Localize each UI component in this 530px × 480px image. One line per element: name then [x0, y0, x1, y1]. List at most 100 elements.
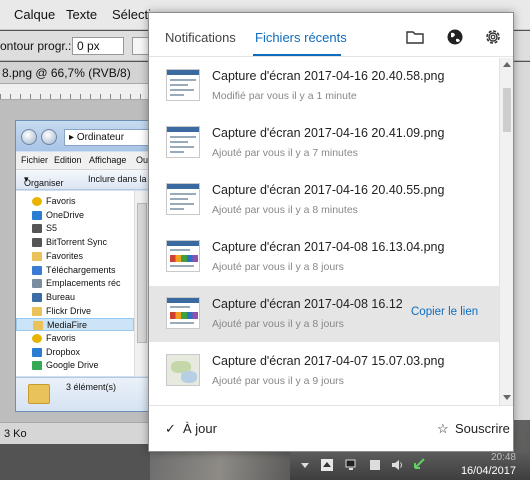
tree-item[interactable]: Favoris	[16, 195, 134, 208]
menu-edition[interactable]: Edition	[54, 155, 82, 165]
tree-item[interactable]: Favorites	[16, 250, 134, 263]
recent-file-item[interactable]: Capture d'écran 2017-04-16 20.40.55.png A…	[149, 172, 499, 228]
contour-label: ontour progr.:	[0, 39, 72, 53]
folder-icon[interactable]	[404, 26, 426, 48]
tree-item[interactable]: Google Drive	[16, 359, 134, 372]
tree-item[interactable]: Emplacements réc	[16, 277, 134, 290]
menu-selection[interactable]: Sélecti	[112, 7, 151, 22]
folder-icon	[28, 384, 50, 404]
file-name: Capture d'écran 2017-04-16 20.40.55.png	[212, 183, 445, 197]
tray-clock[interactable]: 20:48 16/04/2017	[460, 452, 530, 480]
recent-file-item[interactable]: Capture d'écran 2017-04-16 20.41.09.png A…	[149, 115, 499, 171]
clock-time: 20:48	[490, 452, 516, 463]
tree-scroll-thumb[interactable]	[137, 203, 147, 343]
file-meta: Ajouté par vous il y a 8 jours	[212, 261, 344, 273]
scroll-up-icon[interactable]	[503, 62, 511, 67]
flyout-footer: ✓ À jour ☆ Souscrire	[149, 405, 513, 451]
phone-icon	[32, 224, 42, 234]
tree-item-label: Favoris	[46, 333, 76, 343]
file-thumbnail	[166, 69, 200, 101]
tree-item[interactable]: Bureau	[16, 291, 134, 304]
taskbar: 20:48 16/04/2017	[290, 452, 530, 480]
folder-icon	[32, 306, 42, 316]
folder-icon	[33, 321, 43, 331]
forward-icon[interactable]	[41, 129, 57, 145]
tree-item-label: Bureau	[46, 291, 76, 302]
recent-files-list: Capture d'écran 2017-04-16 20.40.58.png M…	[149, 58, 499, 405]
tree-item-label: BitTorrent Sync	[46, 237, 108, 248]
file-thumbnail	[166, 126, 200, 158]
file-thumbnail	[166, 240, 200, 272]
menu-outils[interactable]: Ou	[136, 155, 148, 165]
tree-item[interactable]: OneDrive	[16, 209, 134, 222]
menu-calque[interactable]: Calque	[14, 7, 55, 22]
back-icon[interactable]	[21, 129, 37, 145]
menu-texte[interactable]: Texte	[66, 7, 97, 22]
editor-status-bar: 3 Ko	[0, 422, 150, 444]
tree-item-label: Téléchargements	[46, 264, 116, 275]
tree-item-label: MediaFire	[47, 320, 88, 331]
organiser-label: Organiser	[24, 178, 64, 188]
tree-item[interactable]: Flickr Drive	[16, 305, 134, 318]
explorer-titlebar: ▸ Ordinateur	[16, 121, 149, 151]
tab-notifications[interactable]: Notifications	[165, 30, 236, 45]
menu-affichage[interactable]: Affichage	[89, 155, 126, 165]
tree-item[interactable]: Favoris	[16, 332, 134, 345]
tree-item[interactable]: S5	[16, 222, 134, 235]
tree-item-label: Favorites	[46, 250, 84, 261]
file-meta: Ajouté par vous il y a 7 minutes	[212, 147, 358, 159]
recent-places-icon	[32, 279, 42, 289]
tree-item[interactable]: BitTorrent Sync	[16, 236, 134, 249]
tree-item-label: Favoris	[46, 196, 76, 206]
tab-recent-files[interactable]: Fichiers récents	[255, 30, 347, 45]
active-tab-indicator	[253, 54, 341, 56]
organiser-button[interactable]: Organiser ▾	[24, 174, 64, 188]
scroll-down-icon[interactable]	[503, 395, 511, 400]
list-scrollbar[interactable]	[499, 58, 513, 405]
address-bar[interactable]: ▸ Ordinateur	[64, 129, 149, 146]
navigation-tree: Favoris OneDrive S5 BitTorrent Sync Favorite…	[16, 191, 134, 376]
recent-file-item[interactable]: Capture d'écran 2017-04-08 16.12.50. Ajou…	[149, 286, 499, 342]
horizontal-ruler	[0, 84, 150, 100]
tree-item-label: Dropbox	[46, 346, 81, 357]
tree-item[interactable]: Dropbox	[16, 346, 134, 359]
menu-fichier[interactable]: Fichier	[21, 155, 48, 165]
tray-arrow-icon[interactable]	[298, 458, 312, 472]
clock-date: 16/04/2017	[460, 465, 516, 477]
tree-item-label: OneDrive	[46, 209, 85, 220]
tree-item-label: S5	[46, 223, 58, 234]
update-icon[interactable]	[412, 458, 426, 472]
sync-status-label: À jour	[183, 421, 217, 436]
document-tab[interactable]: 8.png @ 66,7% (RVB/8)	[0, 62, 150, 84]
file-meta: Ajouté par vous il y a 8 minutes	[212, 204, 358, 216]
recent-file-item[interactable]: Capture d'écran 2017-04-07 15.07.03.png A…	[149, 343, 499, 399]
subscribe-button[interactable]: ☆ Souscrire	[437, 421, 510, 437]
contour-input[interactable]: 0 px	[72, 37, 124, 55]
tree-scrollbar[interactable]	[134, 191, 149, 376]
item-count: 3 élément(s)	[66, 382, 117, 392]
gear-icon[interactable]	[482, 26, 504, 48]
tree-item[interactable]: MediaFire	[16, 318, 134, 332]
volume-icon[interactable]	[390, 458, 404, 472]
tree-item[interactable]: Téléchargements	[16, 264, 134, 277]
file-name: Capture d'écran 2017-04-07 15.07.03.png	[212, 354, 445, 368]
file-meta: Modifié par vous il y a 1 minute	[212, 90, 357, 102]
show-hidden-icons-icon[interactable]	[320, 458, 334, 472]
recent-file-item[interactable]: Capture d'écran 2017-04-16 20.40.58.png M…	[149, 58, 499, 114]
globe-icon[interactable]	[444, 26, 466, 48]
flag-icon[interactable]	[368, 458, 382, 472]
copy-link-button[interactable]: Copier le lien	[411, 306, 478, 318]
document-tab-label: 8.png @ 66,7% (RVB/8)	[2, 66, 131, 80]
download-folder-icon	[32, 265, 42, 275]
file-name: Capture d'écran 2017-04-16 20.40.58.png	[212, 69, 445, 83]
document-size: 3 Ko	[4, 428, 27, 440]
include-library-button[interactable]: Inclure dans la b	[88, 174, 154, 184]
list-scroll-thumb[interactable]	[503, 88, 511, 132]
folder-icon	[32, 251, 42, 261]
file-explorer-window: ▸ Ordinateur Fichier Edition Affichage O…	[15, 120, 154, 412]
tree-item-label: Flickr Drive	[46, 305, 91, 316]
flyout-header: Notifications Fichiers récents	[149, 13, 513, 57]
subscribe-label: Souscrire	[455, 421, 510, 436]
recent-file-item[interactable]: Capture d'écran 2017-04-08 16.13.04.png A…	[149, 229, 499, 285]
network-icon[interactable]	[344, 458, 358, 472]
